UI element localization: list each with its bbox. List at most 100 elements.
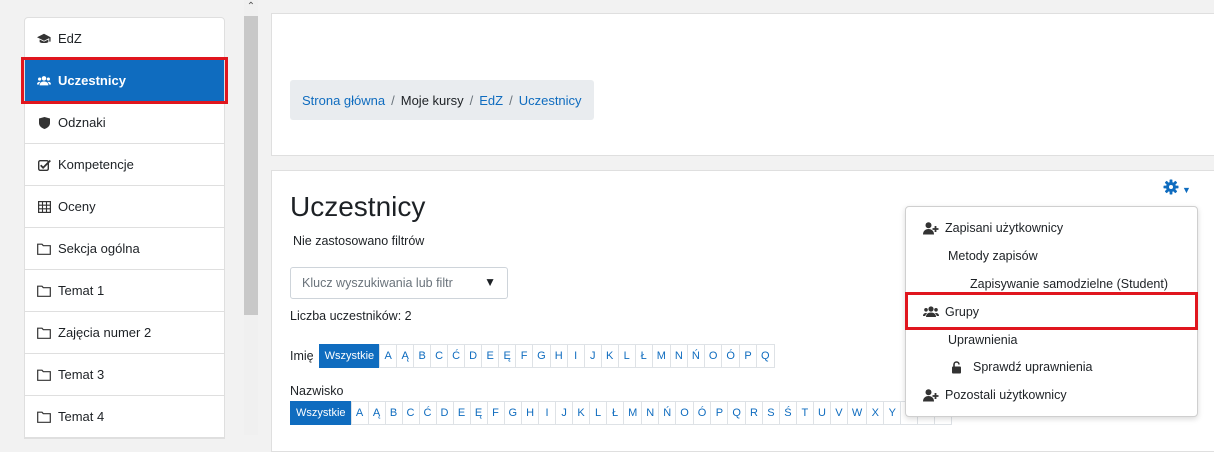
firstname-label: Imię [290,349,314,363]
lastname-letter-button[interactable]: V [829,401,848,425]
lastname-letter-button[interactable]: A [350,401,369,425]
lastname-letter-button[interactable]: Ą [367,401,386,425]
sidebar-item-activity-2[interactable]: Zajęcia numer 2 [25,312,224,354]
lastname-all-button[interactable]: Wszystkie [290,401,352,425]
lastname-letter-button[interactable]: M [623,401,643,425]
firstname-letter-button[interactable]: H [549,344,568,368]
lastname-letter-button[interactable]: W [846,401,868,425]
lastname-letter-button[interactable]: I [538,401,557,425]
lastname-letter-button[interactable]: D [435,401,454,425]
folder-icon [37,410,51,424]
lastname-letter-button[interactable]: S [761,401,780,425]
firstname-letter-button[interactable]: P [738,344,757,368]
lastname-letter-button[interactable]: G [503,401,523,425]
firstname-letter-button[interactable]: C [430,344,449,368]
sidebar-item-badges[interactable]: Odznaki [25,102,224,144]
lastname-letter-button[interactable]: Q [727,401,746,425]
sidebar-item-general-section[interactable]: Sekcja ogólna [25,228,224,270]
firstname-letter-button[interactable]: K [600,344,619,368]
lastname-letter-button[interactable]: C [401,401,420,425]
lastname-letter-button[interactable]: F [486,401,505,425]
sidebar-item-label: Zajęcia numer 2 [58,325,152,340]
actions-menu-toggle[interactable]: ▼ [1163,179,1191,200]
sidebar-item-label: Temat 4 [58,409,105,424]
firstname-letter-button[interactable]: L [617,344,636,368]
firstname-letter-button[interactable]: G [532,344,551,368]
lastname-letter-button[interactable]: Ń [658,401,677,425]
menu-item-enrolled-users[interactable]: Zapisani użytkownicy [923,221,1063,235]
sidebar-scrollbar[interactable]: ⌃ [244,0,258,435]
lastname-letter-button[interactable]: P [710,401,729,425]
breadcrumb-my-courses: Moje kursy [400,92,464,108]
lastname-letter-button[interactable]: T [795,401,814,425]
firstname-letter-button[interactable]: I [566,344,585,368]
menu-item-groups[interactable]: Grupy [923,305,979,319]
firstname-letter-button[interactable]: Q [755,344,775,368]
firstname-letter-button[interactable]: F [515,344,534,368]
firstname-letter-button[interactable]: N [669,344,688,368]
firstname-letters: Wszystkie AĄBCĆDEĘFGHIJKLŁMNŃOÓPQ [318,344,775,368]
lastname-letter-button[interactable]: Ę [469,401,488,425]
firstname-letter-button[interactable]: O [703,344,723,368]
menu-item-check-permissions[interactable]: Sprawdź uprawnienia [951,360,1093,374]
sidebar-item-edz[interactable]: EdZ [25,18,224,60]
lastname-letter-button[interactable]: L [589,401,608,425]
shield-icon [37,116,51,130]
lastname-letter-button[interactable]: O [675,401,694,425]
firstname-letter-button[interactable]: Ą [396,344,415,368]
firstname-letter-button[interactable]: D [464,344,483,368]
firstname-letter-button[interactable]: Ę [498,344,517,368]
menu-item-permissions[interactable]: Uprawnienia [948,333,1017,347]
sidebar-item-competencies[interactable]: Kompetencje [25,144,224,186]
lastname-letter-button[interactable]: Ó [692,401,712,425]
lastname-label: Nazwisko [290,384,344,398]
firstname-letter-button[interactable]: Ł [634,344,653,368]
sidebar-item-topic-4[interactable]: Temat 4 [25,396,224,438]
breadcrumb-home-link[interactable]: Strona główna [302,93,385,108]
menu-item-other-users[interactable]: Pozostali użytkownicy [923,388,1067,402]
filter-status-text: Nie zastosowano filtrów [293,234,425,248]
lastname-letter-button[interactable]: K [572,401,591,425]
course-nav-list: EdZ Uczestnicy Odznaki Kompetencje Oceny [21,17,228,439]
lastname-letter-button[interactable]: N [641,401,660,425]
sidebar-item-topic-3[interactable]: Temat 3 [25,354,224,396]
menu-item-enrolment-methods[interactable]: Metody zapisów [948,249,1038,263]
lastname-letter-button[interactable]: J [555,401,574,425]
scrollbar-thumb[interactable] [244,16,258,315]
firstname-letter-button[interactable]: Ó [721,344,740,368]
lastname-letter-button[interactable]: Ć [418,401,437,425]
sidebar-item-label: Temat 3 [58,367,105,382]
breadcrumb-participants-link[interactable]: Uczestnicy [519,93,582,108]
lastname-letter-button[interactable]: E [452,401,471,425]
firstname-letter-button[interactable]: J [583,344,602,368]
breadcrumb-course-link[interactable]: EdZ [479,93,503,108]
lastname-letter-button[interactable]: B [384,401,403,425]
menu-item-self-enrolment[interactable]: Zapisywanie samodzielne (Student) [970,277,1168,291]
lastname-letter-button[interactable]: Y [883,401,902,425]
firstname-letter-button[interactable]: M [651,344,671,368]
actions-dropdown-menu: Zapisani użytkownicy Metody zapisów Zapi… [905,206,1198,417]
lastname-letter-button[interactable]: X [866,401,885,425]
checkbox-icon [37,158,51,172]
firstname-letter-button[interactable]: B [413,344,432,368]
menu-item-label: Metody zapisów [948,249,1038,263]
lastname-letter-button[interactable]: R [744,401,763,425]
lastname-letter-button[interactable]: Ł [606,401,625,425]
firstname-letter-button[interactable]: Ć [447,344,466,368]
scroll-up-arrow-icon[interactable]: ⌃ [244,0,258,14]
lastname-letter-button[interactable]: Ś [778,401,797,425]
firstname-letter-button[interactable]: A [379,344,398,368]
sidebar-item-grades[interactable]: Oceny [25,186,224,228]
search-filter-input[interactable]: Klucz wyszukiwania lub filtr ▼ [290,267,508,299]
folder-icon [37,284,51,298]
menu-item-label: Grupy [945,305,980,319]
lastname-letter-button[interactable]: H [521,401,540,425]
sidebar-item-participants[interactable]: Uczestnicy [21,57,228,104]
firstname-letter-button[interactable]: Ń [686,344,705,368]
sidebar-item-topic-1[interactable]: Temat 1 [25,270,224,312]
firstname-letter-button[interactable]: E [481,344,500,368]
users-icon [37,74,51,88]
lastname-letter-button[interactable]: U [812,401,831,425]
firstname-all-button[interactable]: Wszystkie [318,344,381,368]
folder-icon [37,242,51,256]
